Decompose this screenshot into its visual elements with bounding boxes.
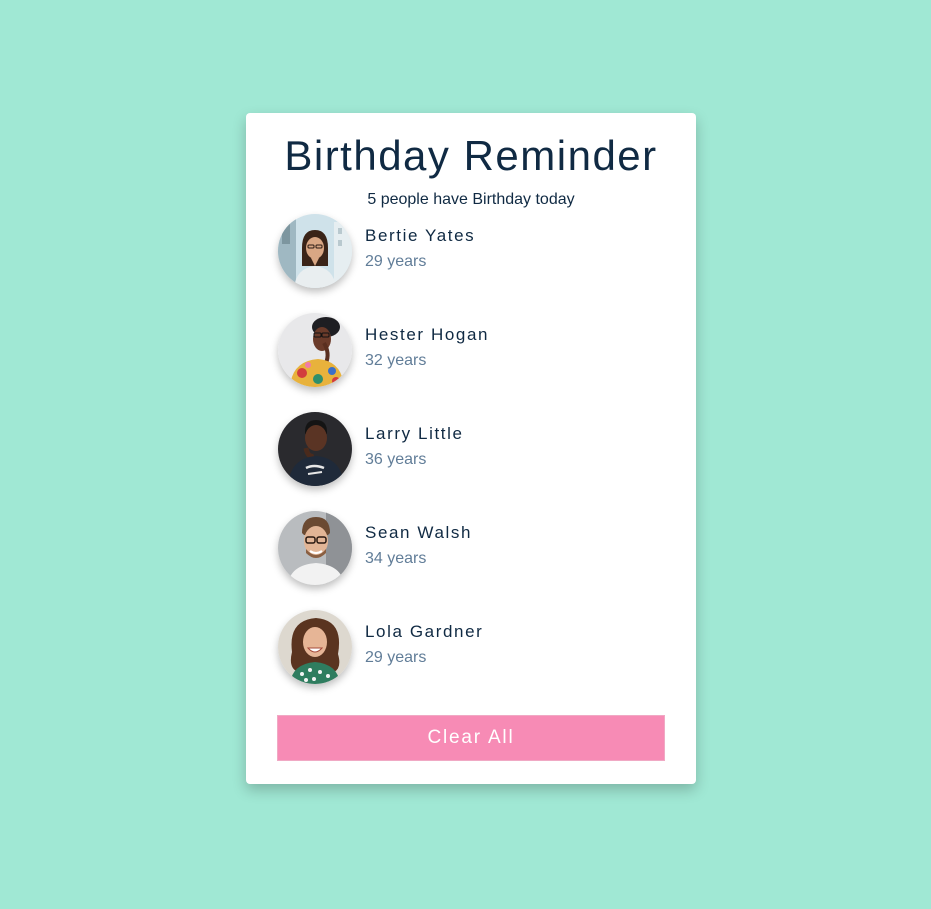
avatar [278,313,352,387]
avatar-photo-icon [278,214,352,288]
avatar [278,214,352,288]
person-age: 32 years [365,352,427,369]
birthday-count: 5 people have Birthday today [367,191,575,208]
person-age: 34 years [365,550,427,567]
person-name: Hester Hogan [365,325,490,344]
birthday-card: Birthday Reminder 5 people have Birthday… [246,113,696,784]
avatar-photo-icon [278,313,352,387]
avatar-photo-icon [278,412,352,486]
person-name: Bertie Yates [365,226,476,245]
avatar [278,412,352,486]
avatar-photo-icon [278,511,352,585]
person-name: Lola Gardner [365,622,484,641]
person-name: Larry Little [365,424,464,443]
clear-all-button[interactable]: Clear All [277,715,665,761]
person-age: 29 years [365,253,427,270]
list-item: Sean Walsh 34 years [278,511,678,587]
avatar [278,511,352,585]
list-item: Larry Little 36 years [278,412,678,488]
list-item: Bertie Yates 29 years [278,214,678,290]
page-title: Birthday Reminder [284,132,658,179]
list-item: Hester Hogan 32 years [278,313,678,389]
person-age: 29 years [365,649,427,666]
list-item: Lola Gardner 29 years [278,610,678,686]
person-name: Sean Walsh [365,523,473,542]
avatar-photo-icon [278,610,352,684]
person-age: 36 years [365,451,427,468]
avatar [278,610,352,684]
